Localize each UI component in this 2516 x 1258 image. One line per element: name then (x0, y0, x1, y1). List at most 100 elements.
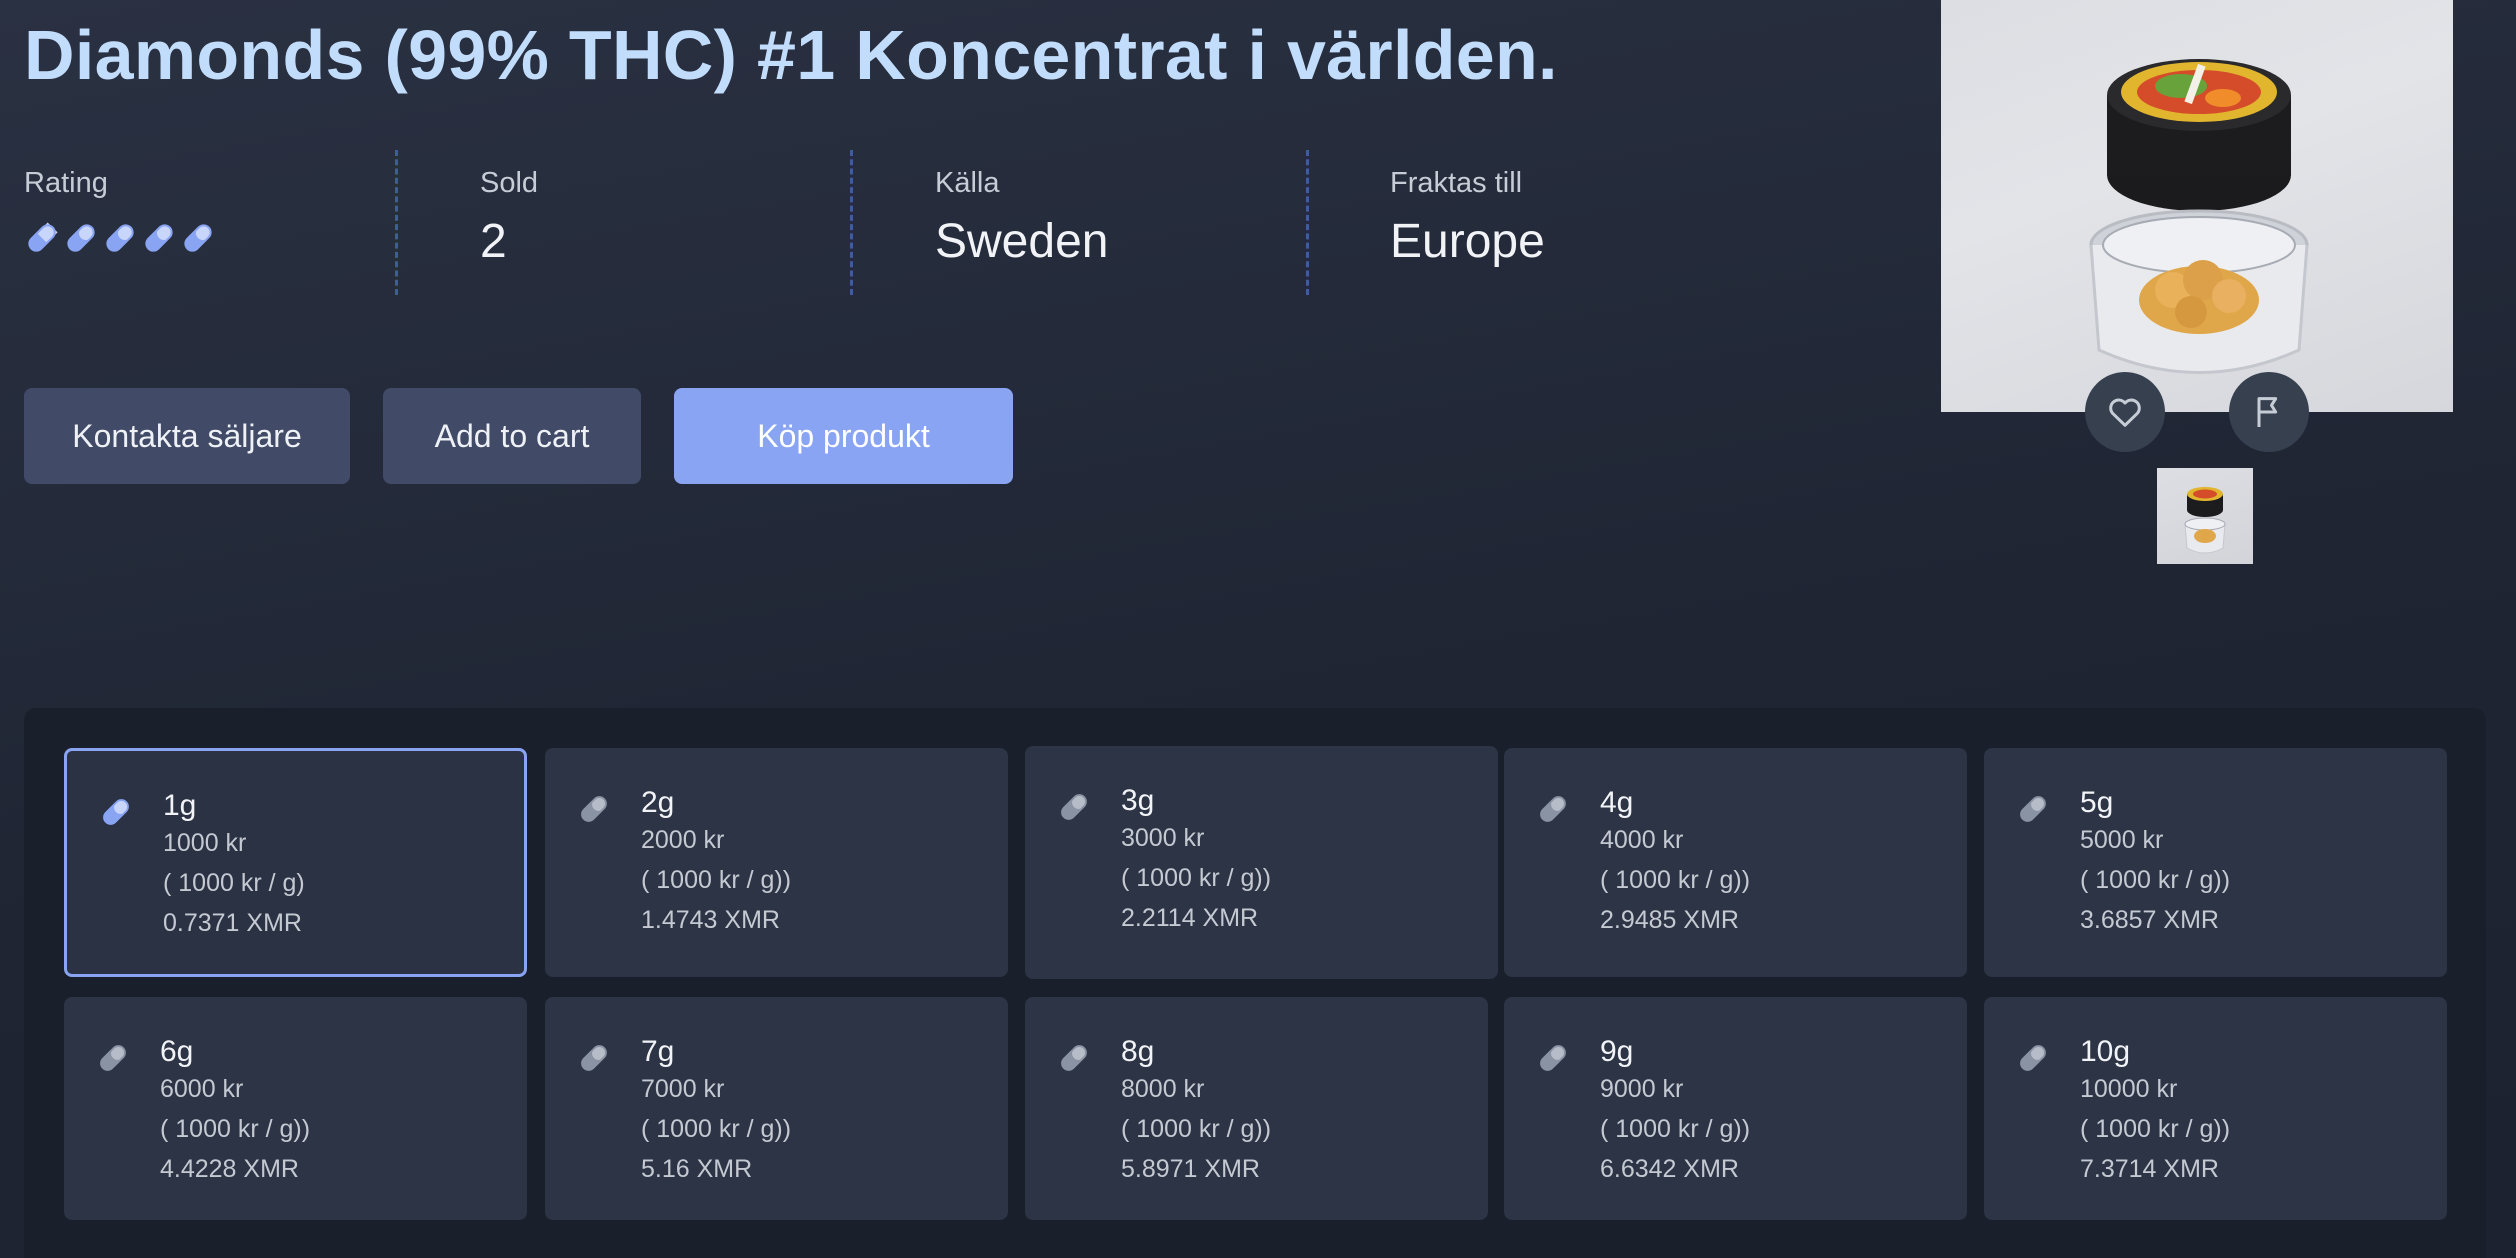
product-image[interactable] (1941, 0, 2453, 412)
rating-pill-icon (106, 224, 134, 252)
option-price: 4000 kr (1600, 826, 1684, 854)
option-xmr-price: 2.2114 XMR (1121, 904, 1259, 932)
buy-product-button[interactable]: Köp produkt (674, 388, 1013, 484)
option-weight: 2g (641, 786, 675, 819)
option-price: 7000 kr (641, 1075, 725, 1103)
heart-icon (2109, 398, 2141, 427)
option-unit-price: ( 1000 kr / g) (163, 869, 305, 897)
option-price: 1000 kr (163, 829, 247, 857)
quantity-option-1g[interactable]: 1g 1000 kr ( 1000 kr / g) 0.7371 XMR (64, 748, 527, 977)
quantity-option-7g[interactable]: 7g 7000 kr ( 1000 kr / g)) 5.16 XMR (545, 997, 1008, 1220)
stat-source: Källa Sweden (935, 150, 1108, 295)
option-weight: 4g (1600, 786, 1634, 819)
rating-pill-icon (145, 224, 173, 252)
quantity-option-text: 10g 10000 kr ( 1000 kr / g)) 7.3714 XMR (2080, 1035, 2230, 1189)
quantity-option-text: 9g 9000 kr ( 1000 kr / g)) 6.6342 XMR (1600, 1035, 1750, 1189)
pill-icon (581, 1045, 607, 1071)
rating-pill-icon (67, 224, 95, 252)
option-weight: 10g (2080, 1035, 2131, 1068)
option-price: 9000 kr (1600, 1075, 1684, 1103)
stat-source-label: Källa (935, 167, 1000, 199)
quantity-option-4g[interactable]: 4g 4000 kr ( 1000 kr / g)) 2.9485 XMR (1504, 748, 1967, 977)
option-xmr-price: 1.4743 XMR (641, 906, 780, 934)
quantity-option-text: 1g 1000 kr ( 1000 kr / g) 0.7371 XMR (163, 789, 305, 943)
quantity-option-text: 3g 3000 kr ( 1000 kr / g)) 2.2114 XMR (1121, 784, 1271, 938)
option-xmr-price: 7.3714 XMR (2080, 1155, 2219, 1183)
option-unit-price: ( 1000 kr / g)) (1600, 1115, 1751, 1143)
option-price: 5000 kr (2080, 826, 2164, 854)
flag-icon (2257, 397, 2278, 427)
quantity-option-6g[interactable]: 6g 6000 kr ( 1000 kr / g)) 4.4228 XMR (64, 997, 527, 1220)
product-stats: Rating Sold 2 Källa Sweden Fraktas till … (24, 150, 1824, 295)
report-button[interactable] (2229, 372, 2309, 452)
add-to-cart-button[interactable]: Add to cart (383, 388, 641, 484)
contact-seller-button[interactable]: Kontakta säljare (24, 388, 350, 484)
stat-rating: Rating (24, 150, 216, 295)
quantity-option-9g[interactable]: 9g 9000 kr ( 1000 kr / g)) 6.6342 XMR (1504, 997, 1967, 1220)
product-thumbnail[interactable] (2157, 468, 2253, 564)
thumbnail-jar-illustration (2184, 487, 2226, 554)
option-price: 3000 kr (1121, 824, 1205, 852)
quantity-option-3g[interactable]: 3g 3000 kr ( 1000 kr / g)) 2.2114 XMR (1025, 746, 1498, 979)
option-price: 10000 kr (2080, 1075, 2178, 1103)
quantity-option-2g[interactable]: 2g 2000 kr ( 1000 kr / g)) 1.4743 XMR (545, 748, 1008, 977)
pill-icon (100, 1045, 126, 1071)
option-xmr-price: 0.7371 XMR (163, 909, 302, 937)
pill-icon (1061, 794, 1087, 820)
stat-divider (850, 150, 853, 295)
pill-icon (2020, 1045, 2046, 1071)
option-weight: 1g (163, 789, 197, 822)
quantity-option-text: 7g 7000 kr ( 1000 kr / g)) 5.16 XMR (641, 1035, 791, 1189)
quantity-option-10g[interactable]: 10g 10000 kr ( 1000 kr / g)) 7.3714 XMR (1984, 997, 2447, 1220)
option-unit-price: ( 1000 kr / g)) (1121, 864, 1272, 892)
pill-icon (581, 796, 607, 822)
option-unit-price: ( 1000 kr / g)) (2080, 866, 2231, 894)
option-price: 2000 kr (641, 826, 725, 854)
quantity-option-5g[interactable]: 5g 5000 kr ( 1000 kr / g)) 3.6857 XMR (1984, 748, 2447, 977)
stat-divider (395, 150, 398, 295)
option-xmr-price: 4.4228 XMR (160, 1155, 299, 1183)
stat-ships-to-value: Europe (1390, 215, 1545, 268)
option-xmr-price: 5.16 XMR (641, 1155, 753, 1183)
option-unit-price: ( 1000 kr / g)) (1600, 866, 1751, 894)
option-xmr-price: 3.6857 XMR (2080, 906, 2219, 934)
option-price: 8000 kr (1121, 1075, 1205, 1103)
option-weight: 5g (2080, 786, 2114, 819)
rating-icons (24, 220, 216, 256)
favorite-button[interactable] (2085, 372, 2165, 452)
product-title: Diamonds (99% THC) #1 Koncentrat i värld… (24, 16, 1558, 94)
quantity-option-text: 8g 8000 kr ( 1000 kr / g)) 5.8971 XMR (1121, 1035, 1271, 1189)
option-weight: 8g (1121, 1035, 1155, 1068)
stat-sold: Sold 2 (480, 150, 538, 295)
quantity-option-text: 5g 5000 kr ( 1000 kr / g)) 3.6857 XMR (2080, 786, 2230, 940)
stat-divider (1306, 150, 1309, 295)
option-xmr-price: 6.6342 XMR (1600, 1155, 1739, 1183)
option-weight: 7g (641, 1035, 675, 1068)
stat-source-value: Sweden (935, 215, 1109, 268)
option-xmr-price: 2.9485 XMR (1600, 906, 1739, 934)
quantity-option-text: 2g 2000 kr ( 1000 kr / g)) 1.4743 XMR (641, 786, 791, 940)
stat-ships-to-label: Fraktas till (1390, 167, 1523, 199)
pill-icon (1540, 1045, 1566, 1071)
pill-icon (2020, 796, 2046, 822)
pill-icon (1061, 1045, 1087, 1071)
quantity-option-text: 6g 6000 kr ( 1000 kr / g)) 4.4228 XMR (160, 1035, 310, 1189)
option-unit-price: ( 1000 kr / g)) (2080, 1115, 2231, 1143)
option-weight: 6g (160, 1035, 194, 1068)
rating-pill-icon (184, 224, 212, 252)
option-unit-price: ( 1000 kr / g)) (1121, 1115, 1272, 1143)
rating-pill-icon (28, 222, 58, 252)
option-unit-price: ( 1000 kr / g)) (641, 866, 792, 894)
pill-icon (103, 799, 129, 825)
pill-icon (1540, 796, 1566, 822)
stat-rating-label: Rating (24, 167, 108, 199)
option-unit-price: ( 1000 kr / g)) (160, 1115, 311, 1143)
stat-sold-label: Sold (480, 167, 539, 199)
stat-sold-value: 2 (480, 215, 507, 268)
option-price: 6000 kr (160, 1075, 244, 1103)
quantity-option-8g[interactable]: 8g 8000 kr ( 1000 kr / g)) 5.8971 XMR (1025, 997, 1488, 1220)
option-unit-price: ( 1000 kr / g)) (641, 1115, 792, 1143)
option-weight: 9g (1600, 1035, 1634, 1068)
stat-ships-to: Fraktas till Europe (1390, 150, 1545, 295)
option-weight: 3g (1121, 784, 1155, 817)
